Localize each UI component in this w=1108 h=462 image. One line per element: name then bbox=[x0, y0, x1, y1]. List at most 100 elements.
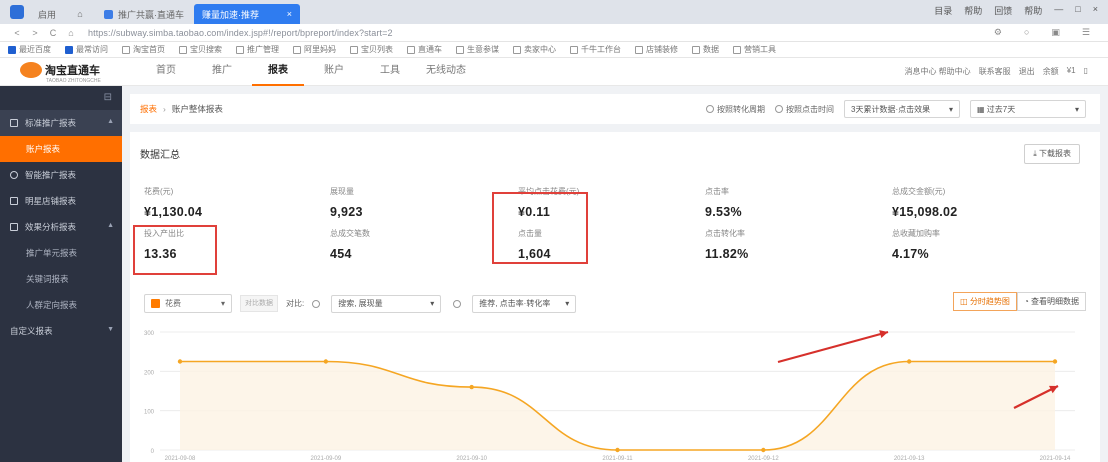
bookmark-item[interactable]: 淘宝首页 bbox=[122, 44, 165, 55]
metric-value: 454 bbox=[330, 247, 352, 261]
bookmark-item[interactable]: 最近百度 bbox=[8, 44, 51, 55]
bookmark-item[interactable]: 店铺装修 bbox=[635, 44, 678, 55]
download-report-button[interactable]: ⤓ 下载报表 bbox=[1024, 144, 1080, 164]
sidebar-item[interactable]: 关键词报表 bbox=[0, 266, 122, 292]
tool-icon[interactable]: ○ bbox=[1024, 27, 1029, 38]
browser-tab-active[interactable]: 赚量加速·推荐 × bbox=[194, 4, 301, 24]
bookmark-item[interactable]: 阿里妈妈 bbox=[293, 44, 336, 55]
compare-box[interactable]: 对比数据 bbox=[240, 295, 278, 312]
close-icon[interactable]: × bbox=[287, 9, 292, 19]
home-icon[interactable]: ⌂ bbox=[62, 28, 80, 38]
main-content: 报表 › 账户整体报表 按照转化周期 按照点击时间 3天累计数据·点击效果 ▾ ▦… bbox=[130, 94, 1100, 462]
metric-tile[interactable]: 总成交笔数 454 bbox=[330, 228, 510, 261]
breadcrumb-home[interactable]: 报表 bbox=[140, 103, 157, 115]
home-tab-icon[interactable]: ⌂ bbox=[66, 4, 94, 24]
tool-icon[interactable]: ☰ bbox=[1082, 27, 1090, 38]
topnav-item[interactable]: 报表 bbox=[252, 58, 304, 86]
maximize-icon[interactable]: □ bbox=[1075, 4, 1080, 17]
bookmark-icon bbox=[179, 45, 187, 54]
sidebar-item[interactable]: 账户报表 bbox=[0, 136, 122, 162]
radio-icon[interactable] bbox=[312, 299, 321, 308]
bookmark-icon bbox=[236, 45, 244, 54]
compare-select-a[interactable]: 搜索, 展现量 ▾ bbox=[331, 294, 442, 313]
metric-value: 9.53% bbox=[705, 205, 742, 219]
chevron-down-icon: ▾ bbox=[1074, 104, 1079, 114]
phone-icon[interactable]: ▯ bbox=[1084, 66, 1088, 77]
bookmark-icon bbox=[635, 45, 643, 54]
window-control[interactable]: 帮助 bbox=[1024, 4, 1042, 17]
x-tick-label: 2021-09-14 bbox=[1040, 456, 1071, 462]
detail-data-button[interactable]: ◔ 查看明细数据 bbox=[1016, 292, 1086, 311]
bookmark-item[interactable]: 卖家中心 bbox=[513, 44, 556, 55]
y-tick-label: 0 bbox=[151, 449, 155, 455]
topnav-item[interactable]: 账户 bbox=[308, 58, 360, 86]
data-point bbox=[906, 359, 912, 364]
x-tick-label: 2021-09-11 bbox=[602, 456, 633, 462]
topnav-item[interactable]: 工具 bbox=[364, 58, 416, 86]
window-control[interactable]: 目录 bbox=[934, 4, 952, 17]
bookmark-item[interactable]: 直通车 bbox=[407, 44, 442, 55]
logo-text: 淘宝直通车 bbox=[45, 65, 100, 77]
sidebar-group[interactable]: 标准推广报表 ▲ bbox=[0, 110, 122, 136]
trend-chart-button[interactable]: ◫ 分时趋势图 bbox=[953, 292, 1017, 311]
metric-tile[interactable]: 点击转化率 11.82% bbox=[705, 228, 885, 261]
metric-label: 总成交金额(元) bbox=[892, 187, 946, 196]
logo[interactable]: 淘宝直通车 TAOBAO ZHITONGCHE bbox=[20, 62, 101, 84]
radio-conversion[interactable]: 按照转化周期 bbox=[706, 104, 765, 115]
bookmark-item[interactable]: 最常访问 bbox=[65, 44, 108, 55]
topnav-item[interactable]: 推广 bbox=[196, 58, 248, 86]
sidebar-group[interactable]: 自定义报表 ▼ bbox=[0, 318, 122, 344]
metric-tile[interactable]: 花费(元) ¥1,130.04 bbox=[144, 186, 324, 219]
metric-tile[interactable]: 总成交金额(元) ¥15,098.02 bbox=[892, 186, 1072, 219]
header-link[interactable]: 联系客服 bbox=[979, 66, 1011, 77]
metric-tile[interactable]: 总收藏加购率 4.17% bbox=[892, 228, 1072, 261]
bookmark-item[interactable]: 宝贝搜索 bbox=[179, 44, 222, 55]
header-link[interactable]: 退出 bbox=[1019, 66, 1035, 77]
date-range-select[interactable]: ▦ 过去7天 ▾ bbox=[970, 100, 1086, 118]
bookmark-icon bbox=[8, 45, 16, 54]
metric-tile[interactable]: 点击率 9.53% bbox=[705, 186, 885, 219]
compare-select-b[interactable]: 推荐, 点击率·转化率 ▾ bbox=[472, 294, 577, 313]
minimize-icon[interactable]: — bbox=[1054, 4, 1063, 17]
radio-icon bbox=[775, 105, 783, 114]
window-control[interactable]: 回馈 bbox=[994, 4, 1012, 17]
chevron-down-icon: ▼ bbox=[107, 326, 114, 333]
bookmark-item[interactable]: 数据 bbox=[692, 44, 719, 55]
browser-tab-promo[interactable]: 推广共赢·直通车 bbox=[96, 4, 192, 24]
topnav-item[interactable]: 首页 bbox=[140, 58, 192, 86]
refresh-icon[interactable]: C bbox=[44, 28, 62, 38]
x-tick-label: 2021-09-08 bbox=[165, 456, 196, 462]
report-filters: 按照转化周期 按照点击时间 3天累计数据·点击效果 ▾ ▦ 过去7天 ▾ bbox=[706, 100, 1086, 118]
metric-tile[interactable]: 展现量 9,923 bbox=[330, 186, 510, 219]
header-link[interactable]: 余额 bbox=[1043, 66, 1059, 77]
radio-click-time[interactable]: 按照点击时间 bbox=[775, 104, 834, 115]
tool-icon[interactable]: ⚙ bbox=[994, 27, 1002, 38]
header-link[interactable]: 消息中心 帮助中心 bbox=[904, 66, 970, 77]
sidebar-group[interactable]: 明星店铺报表 bbox=[0, 188, 122, 214]
browser-tab-start[interactable]: 启用 bbox=[30, 4, 64, 24]
tool-icon[interactable]: ▣ bbox=[1051, 27, 1060, 38]
bookmark-item[interactable]: 营销工具 bbox=[733, 44, 776, 55]
sidebar-group[interactable]: 智能推广报表 bbox=[0, 162, 122, 188]
collapse-icon[interactable]: ⊟ bbox=[0, 86, 122, 110]
sidebar-item[interactable]: 推广单元报表 bbox=[0, 240, 122, 266]
effect-period-select[interactable]: 3天累计数据·点击效果 ▾ bbox=[844, 100, 960, 118]
metric-select[interactable]: 花费 ▾ bbox=[144, 294, 232, 313]
metric-label: 花费(元) bbox=[144, 187, 174, 196]
topnav-item[interactable]: 无线动态 bbox=[420, 58, 472, 86]
close-window-icon[interactable]: × bbox=[1093, 4, 1098, 17]
bookmark-item[interactable]: 千牛工作台 bbox=[570, 44, 621, 55]
bookmark-item[interactable]: 宝贝列表 bbox=[350, 44, 393, 55]
back-icon[interactable]: < bbox=[8, 28, 26, 38]
radio-icon[interactable] bbox=[453, 299, 462, 308]
report-icon bbox=[10, 223, 18, 231]
bookmark-icon bbox=[407, 45, 415, 54]
bookmark-item[interactable]: 生意参谋 bbox=[456, 44, 499, 55]
sidebar-group[interactable]: 效果分析报表 ▲ bbox=[0, 214, 122, 240]
forward-icon[interactable]: > bbox=[26, 28, 44, 38]
sidebar-item[interactable]: 人群定向报表 bbox=[0, 292, 122, 318]
window-control[interactable]: 帮助 bbox=[964, 4, 982, 17]
metric-label: 总收藏加购率 bbox=[892, 229, 940, 238]
url-input[interactable]: https://subway.simba.taobao.com/index.js… bbox=[88, 28, 393, 38]
bookmark-item[interactable]: 推广管理 bbox=[236, 44, 279, 55]
